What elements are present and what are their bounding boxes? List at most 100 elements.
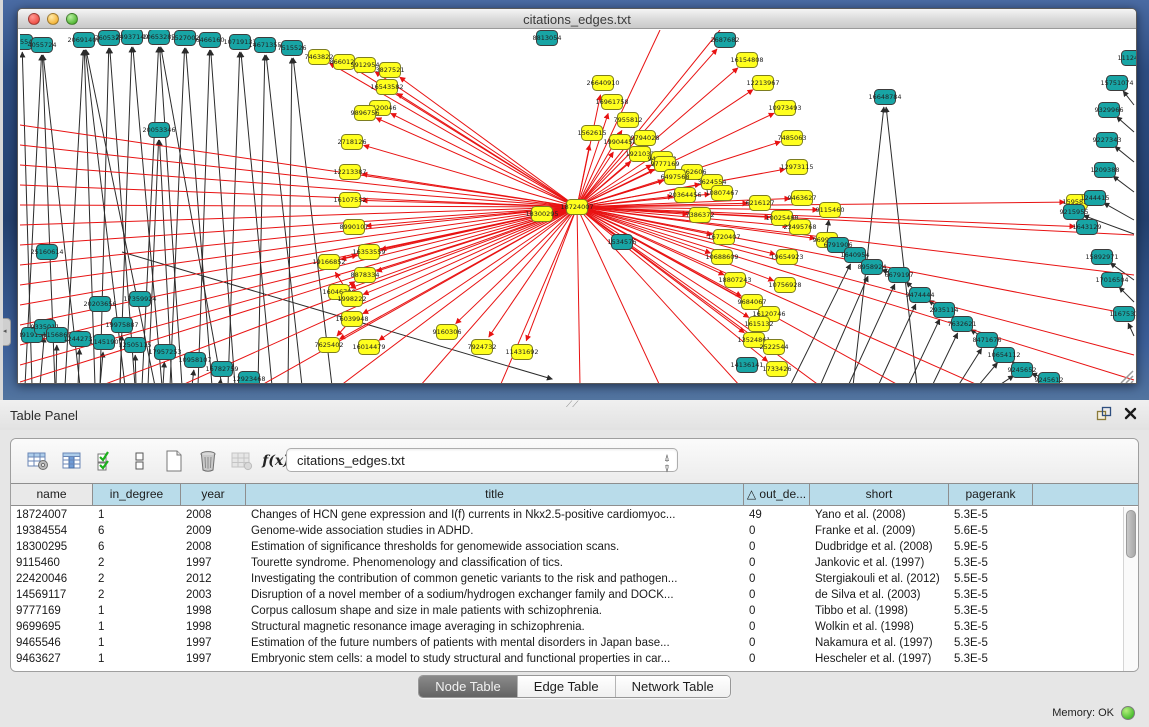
graph-edge[interactable] xyxy=(577,207,1134,380)
table-cell[interactable]: Stergiakouli et al. (2012) xyxy=(810,571,949,587)
network-canvas[interactable]: 9465546405572420691406760532724937149106… xyxy=(20,30,1136,384)
graph-edge[interactable] xyxy=(85,50,125,384)
graph-node[interactable]: 1112464 xyxy=(1118,51,1136,66)
graph-node[interactable]: 9160306 xyxy=(433,325,462,340)
column-header-short[interactable]: short xyxy=(810,484,949,505)
graph-edge[interactable] xyxy=(293,58,332,384)
graph-edge[interactable] xyxy=(266,55,302,384)
graph-node[interactable]: 26640910 xyxy=(586,76,619,91)
graph-node[interactable]: 10719133 xyxy=(223,35,256,50)
selection-mode-icon[interactable] xyxy=(91,446,121,476)
table-cell[interactable]: 2009 xyxy=(181,523,246,539)
table-cell[interactable]: 5.3E-5 xyxy=(949,619,1033,635)
graph-edge[interactable] xyxy=(1123,91,1134,105)
graph-node[interactable]: 7463822 xyxy=(305,50,334,65)
table-cell[interactable]: 1 xyxy=(93,619,181,635)
table-cell[interactable]: Changes of HCN gene expression and I(f) … xyxy=(246,507,744,523)
table-cell[interactable]: 6 xyxy=(93,539,181,555)
graph-edge[interactable] xyxy=(170,48,185,384)
graph-node[interactable]: 8813054 xyxy=(533,31,562,46)
graph-node[interactable]: 7386372 xyxy=(686,208,715,223)
graph-node[interactable]: 19654923 xyxy=(770,250,803,265)
graph-node[interactable]: 16107552 xyxy=(333,193,366,208)
window-resize-grip[interactable] xyxy=(1118,368,1134,384)
graph-node[interactable]: 2687682 xyxy=(711,33,740,48)
graph-edge[interactable] xyxy=(161,47,222,384)
table-cell[interactable]: 1997 xyxy=(181,555,246,571)
table-cell[interactable]: 0 xyxy=(744,587,810,603)
table-cell[interactable]: 1998 xyxy=(181,603,246,619)
table-row[interactable]: 2242004622012Investigating the contribut… xyxy=(11,571,1123,587)
table-cell[interactable]: Jankovic et al. (1997) xyxy=(810,555,949,571)
graph-node[interactable]: 9474444 xyxy=(906,288,935,303)
table-cell[interactable]: Embryonic stem cells: a model to study s… xyxy=(246,651,744,667)
graph-node[interactable]: 20053346 xyxy=(142,123,175,138)
graph-node[interactable]: 16014479 xyxy=(352,340,385,355)
table-cell[interactable]: 0 xyxy=(744,523,810,539)
graph-edge[interactable] xyxy=(100,48,109,384)
table-cell[interactable]: Corpus callosum shape and size in male p… xyxy=(246,603,744,619)
graph-edge[interactable] xyxy=(998,376,1014,384)
table-cell[interactable]: 14569117 xyxy=(11,587,93,603)
graph-node[interactable]: 9794028 xyxy=(631,131,660,146)
graph-node[interactable]: 25160614 xyxy=(30,245,63,260)
graph-edge[interactable] xyxy=(20,125,577,207)
table-cell[interactable]: 0 xyxy=(744,603,810,619)
graph-node[interactable]: 1615132 xyxy=(745,317,774,332)
table-cell[interactable]: 9115460 xyxy=(11,555,93,571)
graph-edge[interactable] xyxy=(878,304,916,384)
table-selector-dropdown[interactable]: citations_edges.txt ⍋⍒ xyxy=(286,448,678,472)
table-cell[interactable]: Estimation of significance thresholds fo… xyxy=(246,539,744,555)
graph-node[interactable]: 1643129 xyxy=(1073,220,1102,235)
table-row[interactable]: 969969511998Structural magnetic resonanc… xyxy=(11,619,1123,635)
graph-node[interactable]: 9896756 xyxy=(351,106,380,121)
graph-node[interactable]: 6216127 xyxy=(746,196,775,211)
graph-node[interactable]: 2718126 xyxy=(338,135,367,150)
graph-node[interactable]: 8878334 xyxy=(351,268,380,283)
graph-node[interactable]: 6497568 xyxy=(661,170,690,185)
graph-node[interactable]: 12973115 xyxy=(780,160,813,175)
table-cell[interactable]: 2008 xyxy=(181,507,246,523)
graph-edge[interactable] xyxy=(135,355,136,384)
graph-edge[interactable] xyxy=(958,348,982,384)
graph-node[interactable]: 8471676 xyxy=(973,333,1002,348)
table-cell[interactable]: 0 xyxy=(744,635,810,651)
table-cell[interactable]: 19384554 xyxy=(11,523,93,539)
graph-node[interactable]: 6466160 xyxy=(196,33,225,48)
table-row[interactable]: 1456911722003Disruption of a novel membe… xyxy=(11,587,1123,603)
sidebar-collapse-handle[interactable] xyxy=(3,318,11,346)
table-cell[interactable]: 22420046 xyxy=(11,571,93,587)
column-header-year[interactable]: year xyxy=(181,484,246,505)
graph-node[interactable]: 7605327 xyxy=(95,31,124,46)
table-cell[interactable]: Wolkin et al. (1998) xyxy=(810,619,949,635)
graph-node[interactable]: 8990107 xyxy=(340,220,369,235)
table-cell[interactable]: 2012 xyxy=(181,571,246,587)
tab-network-table[interactable]: Network Table xyxy=(616,676,730,697)
graph-node[interactable]: 1562615 xyxy=(578,126,607,141)
table-cell[interactable]: 1 xyxy=(93,651,181,667)
graph-edge[interactable] xyxy=(288,58,292,384)
table-cell[interactable]: Dudbridge et al. (2008) xyxy=(810,539,949,555)
graph-node[interactable]: 11431692 xyxy=(505,345,538,360)
graph-node[interactable]: 5912954 xyxy=(351,58,380,73)
graph-node[interactable]: 10654112 xyxy=(987,348,1020,363)
graph-edge[interactable] xyxy=(133,47,162,384)
graph-edge[interactable] xyxy=(420,207,577,384)
table-cell[interactable]: 18300295 xyxy=(11,539,93,555)
table-row[interactable]: 977716911998Corpus callosum shape and si… xyxy=(11,603,1123,619)
graph-edge[interactable] xyxy=(329,63,577,207)
graph-edge[interactable] xyxy=(827,220,829,234)
table-cell[interactable]: de Silva et al. (2003) xyxy=(810,587,949,603)
graph-node[interactable]: 3827521 xyxy=(376,63,405,78)
table-cell[interactable]: 9465546 xyxy=(11,635,93,651)
table-cell[interactable]: 6 xyxy=(93,523,181,539)
graph-node[interactable]: 1527002 xyxy=(171,31,200,46)
graph-node[interactable]: 9115460 xyxy=(816,203,845,218)
graph-node[interactable]: 9463627 xyxy=(788,191,817,206)
graph-node[interactable]: 20203656 xyxy=(83,297,116,312)
graph-edge[interactable] xyxy=(56,345,57,384)
table-cell[interactable]: 1 xyxy=(93,507,181,523)
graph-node[interactable]: 14136141 xyxy=(730,358,763,373)
graph-node[interactable]: 1145190 xyxy=(90,335,119,350)
graph-node[interactable]: 16720407 xyxy=(707,230,740,245)
